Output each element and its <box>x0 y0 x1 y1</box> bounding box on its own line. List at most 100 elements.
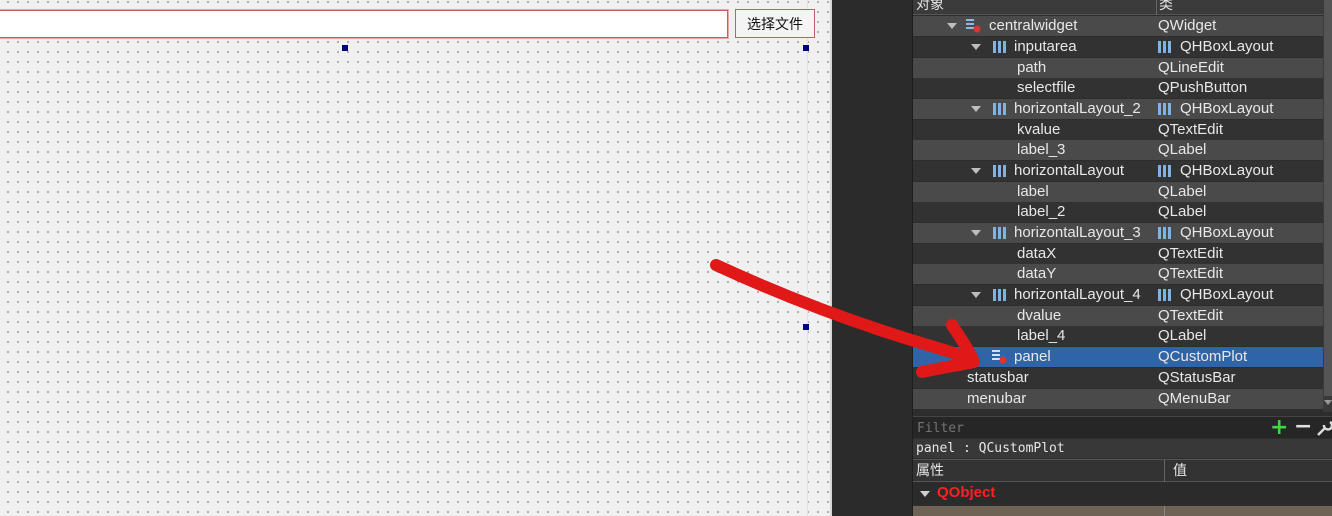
tree-row-name: selectfile <box>1017 79 1076 96</box>
tree-row-name: label <box>1017 183 1049 200</box>
tree-row-selectfile[interactable]: selectfile QPushButton <box>913 78 1323 98</box>
selection-handle[interactable] <box>803 324 809 330</box>
dock-background <box>832 0 912 516</box>
tree-row-horizontallayout[interactable]: horizontalLayout QHBoxLayout <box>913 161 1323 181</box>
tree-row-class: QCustomPlot <box>1158 348 1248 365</box>
expand-arrow-icon[interactable] <box>971 292 981 298</box>
tree-row-label-3[interactable]: label_3 QLabel <box>913 140 1323 160</box>
tree-row-name: centralwidget <box>989 17 1078 34</box>
property-row-objectname[interactable] <box>913 506 1332 516</box>
tree-row-kvalue[interactable]: kvalue QTextEdit <box>913 120 1323 140</box>
tree-row-class: QHBoxLayout <box>1180 286 1274 303</box>
selected-object-label: panel : QCustomPlot <box>913 439 1332 458</box>
hbox-layout-icon <box>1158 227 1171 239</box>
property-column-header[interactable]: 属性 <box>916 460 944 482</box>
hbox-layout-icon <box>1158 165 1171 177</box>
object-inspector-panel: 对象 类 centralwidget QWidget inputarea QHB <box>912 0 1332 516</box>
tree-row-class: QTextEdit <box>1158 307 1224 324</box>
tree-row-name: statusbar <box>967 369 1029 386</box>
expand-arrow-icon[interactable] <box>920 491 930 497</box>
add-property-icon[interactable]: + <box>1270 417 1288 439</box>
tree-row-class: QHBoxLayout <box>1180 38 1274 55</box>
hbox-layout-icon <box>1158 103 1171 115</box>
tree-row-class: QMenuBar <box>1158 390 1231 407</box>
tree-row-datax[interactable]: dataX QTextEdit <box>913 244 1323 264</box>
select-file-button[interactable]: 选择文件 <box>735 9 815 38</box>
tree-row-horizontallayout-2[interactable]: horizontalLayout_2 QHBoxLayout <box>913 99 1323 119</box>
value-column-header[interactable]: 值 <box>1164 460 1187 482</box>
tree-row-name: path <box>1017 59 1047 76</box>
tree-row-class: QStatusBar <box>1158 369 1236 386</box>
hbox-layout-icon <box>993 103 1006 115</box>
tree-row-horizontallayout-3[interactable]: horizontalLayout_3 QHBoxLayout <box>913 223 1323 243</box>
tree-row-class: QTextEdit <box>1158 121 1224 138</box>
tree-row-class: QTextEdit <box>1158 265 1224 282</box>
tree-row-class: QHBoxLayout <box>1180 224 1274 241</box>
hbox-layout-icon <box>1158 41 1171 53</box>
expand-arrow-icon[interactable] <box>971 230 981 236</box>
property-editor-header: 属性 值 <box>913 459 1332 482</box>
tree-row-statusbar[interactable]: statusbar QStatusBar <box>913 368 1323 388</box>
tree-row-panel[interactable]: panel QCustomPlot <box>913 347 1323 367</box>
tree-row-name: panel <box>1014 348 1051 365</box>
tree-row-name: label_2 <box>1017 203 1066 220</box>
tree-row-name: horizontalLayout_4 <box>1014 286 1141 303</box>
tree-row-name: horizontalLayout_3 <box>1014 224 1141 241</box>
scroll-down-arrow-icon[interactable] <box>1324 400 1332 405</box>
hbox-layout-icon <box>993 165 1006 177</box>
qt-designer-window: 选择文件 对象 类 centralwidget QWidget inputare… <box>0 0 1332 516</box>
tree-row-horizontallayout-4[interactable]: horizontalLayout_4 QHBoxLayout <box>913 285 1323 305</box>
hbox-layout-icon <box>993 41 1006 53</box>
tree-row-datay[interactable]: dataY QTextEdit <box>913 264 1323 284</box>
tree-row-class: QHBoxLayout <box>1180 162 1274 179</box>
expand-arrow-icon[interactable] <box>947 23 957 29</box>
selection-handle[interactable] <box>803 45 809 51</box>
form-canvas[interactable]: 选择文件 <box>0 0 832 516</box>
tree-scrollbar[interactable] <box>1323 0 1332 412</box>
remove-property-icon[interactable]: − <box>1294 416 1312 438</box>
selection-handle[interactable] <box>342 45 348 51</box>
tree-row-name: horizontalLayout_2 <box>1014 100 1141 117</box>
widget-icon <box>966 19 981 33</box>
property-group-qobject[interactable]: QObject <box>913 483 1332 505</box>
tree-row-path[interactable]: path QLineEdit <box>913 58 1323 78</box>
tree-row-name: inputarea <box>1014 38 1077 55</box>
object-tree[interactable]: centralwidget QWidget inputarea QHBoxLay… <box>913 16 1323 412</box>
tree-row-class: QLabel <box>1158 203 1207 220</box>
tree-row-class: QPushButton <box>1158 79 1248 96</box>
expand-arrow-icon[interactable] <box>971 106 981 112</box>
expand-arrow-icon[interactable] <box>971 44 981 50</box>
tree-row-name: dvalue <box>1017 307 1062 324</box>
custom-widget-icon <box>992 350 1007 364</box>
tree-row-class: QLabel <box>1158 141 1207 158</box>
wrench-icon[interactable] <box>1316 419 1332 437</box>
class-column-header[interactable]: 类 <box>1156 0 1173 15</box>
tree-row-name: menubar <box>967 390 1027 407</box>
tree-row-inputarea[interactable]: inputarea QHBoxLayout <box>913 37 1323 57</box>
tree-row-name: dataY <box>1017 265 1057 282</box>
form-frame <box>0 0 808 516</box>
object-column-header[interactable]: 对象 <box>916 0 944 14</box>
tree-row-label-4[interactable]: label_4 QLabel <box>913 326 1323 346</box>
tree-row-class: QWidget <box>1158 17 1217 34</box>
hbox-layout-icon <box>993 289 1006 301</box>
property-group-label: QObject <box>937 484 996 501</box>
hbox-layout-icon <box>993 227 1006 239</box>
tree-row-label-2[interactable]: label_2 QLabel <box>913 202 1323 222</box>
tree-row-class: QLabel <box>1158 183 1207 200</box>
tree-row-name: kvalue <box>1017 121 1061 138</box>
tree-row-class: QHBoxLayout <box>1180 100 1274 117</box>
column-divider <box>1164 506 1165 516</box>
tree-row-name: label_4 <box>1017 327 1066 344</box>
filter-input[interactable] <box>915 418 1265 438</box>
tree-row-centralwidget[interactable]: centralwidget QWidget <box>913 16 1323 36</box>
tree-row-dvalue[interactable]: dvalue QTextEdit <box>913 306 1323 326</box>
expand-arrow-icon[interactable] <box>971 168 981 174</box>
tree-row-class: QTextEdit <box>1158 245 1224 262</box>
tree-row-class: QLineEdit <box>1158 59 1224 76</box>
tree-row-label[interactable]: label QLabel <box>913 182 1323 202</box>
scrollbar-thumb[interactable] <box>1324 0 1332 396</box>
path-input[interactable] <box>0 9 729 39</box>
tree-row-name: label_3 <box>1017 141 1066 158</box>
tree-row-menubar[interactable]: menubar QMenuBar <box>913 389 1323 409</box>
